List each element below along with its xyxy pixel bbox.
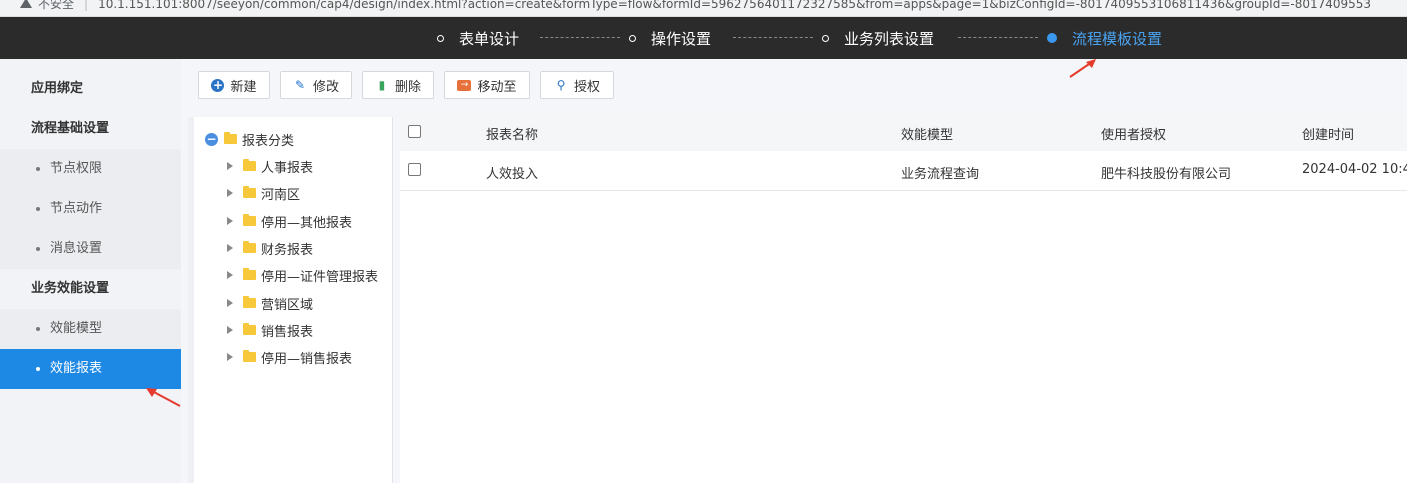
browser-address-bar[interactable]: 不安全 | 10.1.151.101:8007/seeyon/common/cap4…: [0, 0, 1407, 17]
folder-icon: [243, 159, 256, 171]
url-text[interactable]: 10.1.151.101:8007/seeyon/common/cap4/des…: [98, 0, 1371, 11]
step-flow-template-settings[interactable]: 流程模板设置: [1047, 17, 1162, 59]
expand-arrow-icon[interactable]: [227, 299, 233, 307]
sidebar-item-message-settings[interactable]: 消息设置: [0, 229, 181, 269]
expand-arrow-icon[interactable]: [227, 353, 233, 361]
folder-icon: [243, 323, 256, 335]
folder-icon: [243, 350, 256, 362]
delete-button[interactable]: ▮ 删除: [362, 71, 434, 99]
trash-icon: ▮: [378, 78, 386, 92]
tree-item[interactable]: 停用—其他报表: [227, 210, 352, 232]
left-sidebar: 应用绑定 流程基础设置 节点权限 节点动作 消息设置 业务效能设置 效能模型 效…: [0, 59, 181, 483]
column-header-auth: 使用者授权: [1101, 128, 1167, 143]
table-row[interactable]: 人效投入 业务流程查询 肥牛科技股份有限公司 2024-04-02 10:49: [400, 151, 1407, 191]
sidebar-item-node-actions[interactable]: 节点动作: [0, 189, 181, 229]
tree-item[interactable]: 营销区域: [227, 292, 313, 314]
step-circle-icon: [822, 34, 829, 42]
step-header: 表单设计 操作设置 业务列表设置 流程模板设置: [0, 17, 1407, 59]
sidebar-item-efficiency-model[interactable]: 效能模型: [0, 309, 181, 349]
expand-arrow-icon[interactable]: [227, 271, 233, 279]
row-checkbox[interactable]: [408, 163, 421, 176]
folder-icon: [243, 214, 256, 226]
step-connector: [958, 37, 1038, 38]
expand-arrow-icon[interactable]: [227, 189, 233, 197]
folder-icon: [243, 186, 256, 198]
column-header-name: 报表名称: [486, 128, 539, 143]
column-header-created: 创建时间: [1302, 128, 1355, 143]
pencil-icon: ✎: [294, 78, 306, 92]
folder-icon: [224, 132, 237, 144]
tree-root[interactable]: − 报表分类: [205, 128, 294, 150]
sidebar-item-node-permissions[interactable]: 节点权限: [0, 149, 181, 189]
folder-icon: [243, 268, 256, 280]
report-category-tree: − 报表分类 人事报表 河南区 停用—其他报表 财务报表 停用—证件管理报表 营…: [194, 117, 393, 483]
report-table: 报表名称 效能模型 使用者授权 创建时间 人效投入 业务流程查询 肥牛科技股份有…: [400, 113, 1407, 483]
report-auth: 肥牛科技股份有限公司: [1101, 167, 1232, 182]
step-connector: [540, 37, 620, 38]
report-created: 2024-04-02 10:49: [1302, 162, 1407, 177]
expand-arrow-icon[interactable]: [227, 162, 233, 170]
new-button[interactable]: + 新建: [198, 71, 270, 99]
step-circle-icon: [437, 34, 444, 42]
authorize-button[interactable]: ⚲ 授权: [540, 71, 614, 99]
expand-arrow-icon[interactable]: [227, 244, 233, 252]
report-model: 业务流程查询: [901, 167, 980, 182]
sidebar-item-efficiency-report[interactable]: 效能报表: [0, 349, 181, 389]
tree-item[interactable]: 停用—证件管理报表: [227, 264, 378, 286]
folder-icon: [243, 241, 256, 253]
folder-icon: [243, 296, 256, 308]
tree-item[interactable]: 停用—销售报表: [227, 346, 352, 368]
tree-item[interactable]: 人事报表: [227, 155, 313, 177]
step-business-list-settings[interactable]: 业务列表设置: [822, 17, 934, 59]
warning-icon: [20, 0, 32, 8]
collapse-icon[interactable]: −: [205, 132, 218, 146]
tree-item[interactable]: 河南区: [227, 182, 300, 204]
expand-arrow-icon[interactable]: [227, 217, 233, 225]
step-circle-icon: [1047, 33, 1057, 43]
move-to-button[interactable]: → 移动至: [444, 71, 530, 99]
plus-circle-icon: +: [211, 77, 225, 92]
sidebar-item-flow-basic-settings[interactable]: 流程基础设置: [0, 109, 181, 149]
select-all-checkbox[interactable]: [408, 125, 421, 138]
sidebar-item-efficiency-settings[interactable]: 业务效能设置: [0, 269, 181, 309]
step-connector: [733, 37, 813, 38]
annotation-arrow-icon: [146, 388, 181, 407]
sidebar-item-app-binding[interactable]: 应用绑定: [0, 69, 181, 109]
search-icon: ⚲: [556, 78, 566, 92]
annotation-arrow-icon: [1069, 59, 1096, 78]
step-form-design[interactable]: 表单设计: [437, 17, 519, 59]
step-operation-settings[interactable]: 操作设置: [629, 17, 711, 59]
step-circle-icon: [629, 34, 636, 42]
move-folder-icon: →: [457, 79, 472, 91]
table-header: 报表名称 效能模型 使用者授权 创建时间: [400, 113, 1407, 152]
tree-item[interactable]: 销售报表: [227, 319, 313, 341]
edit-button[interactable]: ✎ 修改: [280, 71, 352, 99]
security-label: 不安全: [38, 0, 75, 11]
report-name: 人效投入: [486, 167, 539, 182]
column-header-model: 效能模型: [901, 128, 954, 143]
expand-arrow-icon[interactable]: [227, 326, 233, 334]
tree-item[interactable]: 财务报表: [227, 237, 313, 259]
